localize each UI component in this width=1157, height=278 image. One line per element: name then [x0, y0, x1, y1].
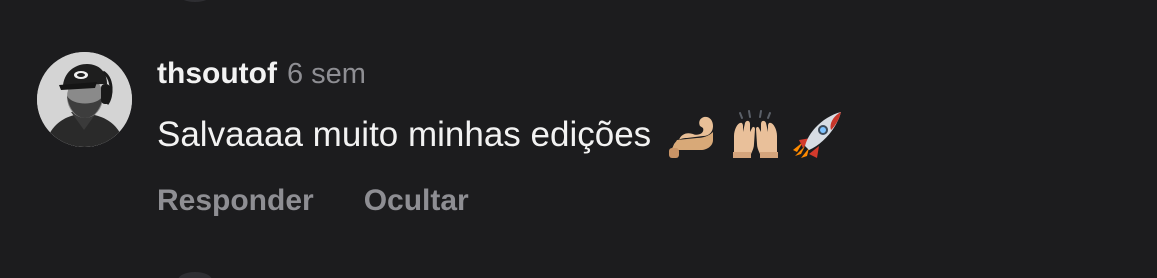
comment-text: Salvaaaa muito minhas edições: [157, 115, 652, 154]
pinching-hand-icon: [669, 116, 714, 158]
avatar-photo: [37, 52, 132, 147]
comment-thread: thsoutof 6 sem Salvaaaa muito minhas edi…: [0, 0, 1157, 278]
avatar[interactable]: [37, 52, 132, 147]
comment: thsoutof 6 sem Salvaaaa muito minhas edi…: [157, 52, 1117, 223]
comment-meta: thsoutof 6 sem: [157, 52, 1117, 96]
username[interactable]: thsoutof: [157, 52, 277, 96]
comment-actions: Responder Ocultar: [157, 179, 1117, 223]
reply-button[interactable]: Responder: [157, 179, 314, 223]
next-avatar-edge: [178, 272, 212, 278]
comment-body: Salvaaaa muito minhas edições: [157, 110, 1117, 160]
rocket-icon: [793, 112, 842, 158]
previous-avatar-edge: [178, 0, 212, 2]
raising-hands-icon: [733, 110, 779, 158]
timestamp: 6 sem: [286, 58, 366, 90]
emoji-group: [667, 110, 844, 160]
hide-button[interactable]: Ocultar: [364, 179, 469, 223]
